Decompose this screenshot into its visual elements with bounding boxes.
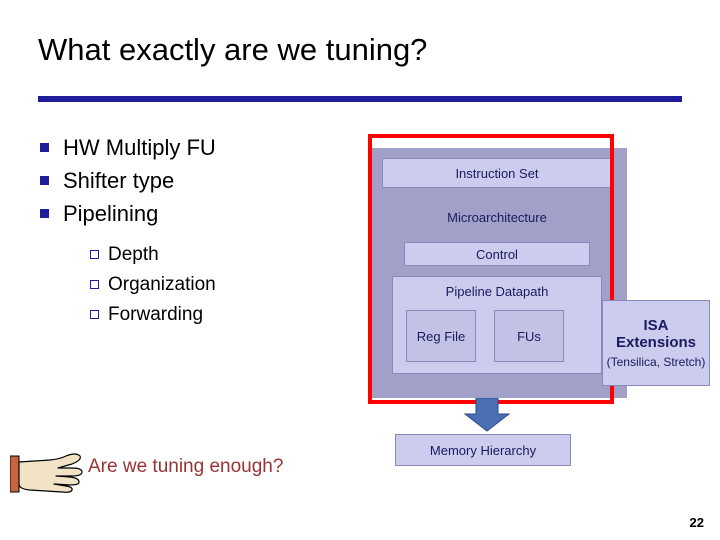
down-arrow-icon bbox=[464, 398, 510, 432]
bullet-label: Pipelining bbox=[63, 201, 159, 226]
list-item: Forwarding bbox=[90, 301, 360, 328]
isa-extensions-sub: (Tensilica, Stretch) bbox=[606, 355, 706, 369]
bullet-label: Shifter type bbox=[63, 168, 175, 193]
closing-question: Are we tuning enough? bbox=[88, 456, 284, 477]
sub-bullet-label: Depth bbox=[108, 244, 159, 265]
page-number: 22 bbox=[689, 515, 704, 530]
square-bullet-icon bbox=[40, 143, 49, 152]
square-bullet-icon bbox=[40, 176, 49, 185]
title-divider bbox=[38, 96, 682, 102]
square-bullet-icon bbox=[40, 209, 49, 218]
pointing-hand-icon bbox=[10, 453, 83, 493]
list-item: Shifter type bbox=[40, 165, 360, 196]
sub-bullet-list: Depth Organization Forwarding bbox=[90, 241, 360, 328]
list-item: Pipelining bbox=[40, 198, 360, 229]
list-item: HW Multiply FU bbox=[40, 132, 360, 163]
isa-extensions-box: ISA Extensions (Tensilica, Stretch) bbox=[602, 300, 710, 386]
highlight-frame bbox=[368, 134, 614, 404]
bullet-list: HW Multiply FU Shifter type Pipelining D… bbox=[40, 132, 360, 331]
page-title: What exactly are we tuning? bbox=[38, 32, 428, 67]
hollow-square-bullet-icon bbox=[90, 310, 99, 319]
list-item: Depth bbox=[90, 241, 360, 268]
slide: What exactly are we tuning? HW Multiply … bbox=[0, 0, 720, 540]
hollow-square-bullet-icon bbox=[90, 250, 99, 259]
memory-hierarchy-block: Memory Hierarchy bbox=[395, 434, 571, 466]
isa-extensions-title: ISA Extensions bbox=[615, 317, 697, 351]
sub-bullet-label: Forwarding bbox=[108, 304, 204, 325]
sub-bullet-label: Organization bbox=[108, 274, 216, 295]
list-item: Organization bbox=[90, 271, 360, 298]
hollow-square-bullet-icon bbox=[90, 280, 99, 289]
bullet-label: HW Multiply FU bbox=[63, 135, 216, 160]
